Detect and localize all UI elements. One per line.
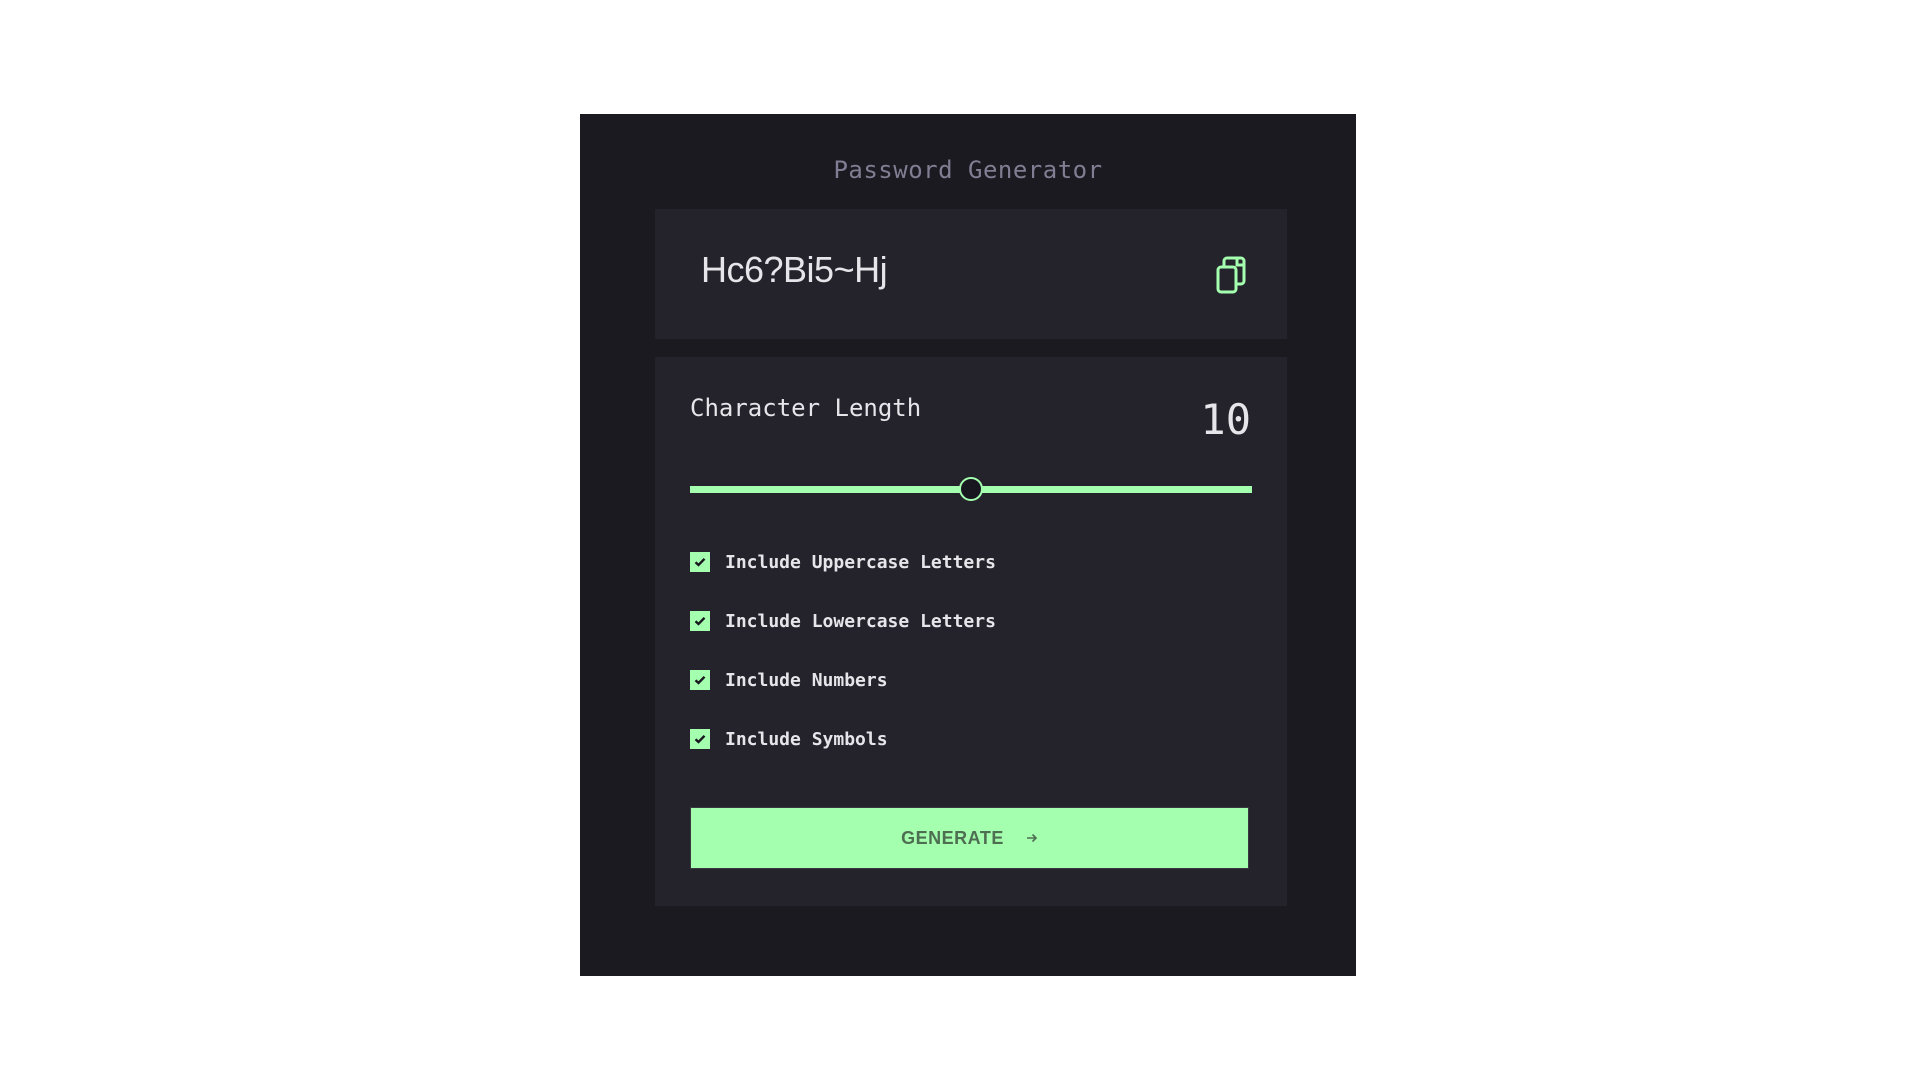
options-list: Include Uppercase Letters Include Lowerc… [690, 551, 996, 787]
option-label-uppercase: Include Uppercase Letters [725, 551, 996, 573]
checkmark-icon [694, 616, 706, 626]
option-label-numbers: Include Numbers [725, 669, 888, 691]
character-length-label: Character Length [690, 394, 922, 422]
checkbox-uppercase[interactable] [690, 552, 710, 572]
password-display-panel: Hc6?Bi5~Hj [655, 209, 1287, 339]
option-lowercase[interactable]: Include Lowercase Letters [690, 610, 996, 632]
password-generator-app: Password Generator Hc6?Bi5~Hj Character … [580, 114, 1356, 976]
slider-thumb[interactable] [959, 477, 983, 501]
copy-icon [1215, 255, 1247, 295]
arrow-right-icon [1026, 832, 1038, 844]
checkmark-icon [694, 734, 706, 744]
checkbox-lowercase[interactable] [690, 611, 710, 631]
option-symbols[interactable]: Include Symbols [690, 728, 996, 750]
generate-button[interactable]: GENERATE [690, 807, 1249, 869]
checkmark-icon [694, 675, 706, 685]
generated-password: Hc6?Bi5~Hj [701, 249, 888, 290]
checkmark-icon [694, 557, 706, 567]
checkbox-numbers[interactable] [690, 670, 710, 690]
character-length-slider[interactable] [690, 477, 1252, 501]
generate-button-label: GENERATE [901, 827, 1004, 848]
checkbox-symbols[interactable] [690, 729, 710, 749]
option-numbers[interactable]: Include Numbers [690, 669, 996, 691]
option-label-lowercase: Include Lowercase Letters [725, 610, 996, 632]
settings-panel: Character Length 10 Include Uppercase Le… [655, 357, 1287, 906]
option-uppercase[interactable]: Include Uppercase Letters [690, 551, 996, 573]
character-length-value: 10 [1200, 395, 1251, 444]
app-title: Password Generator [833, 156, 1103, 184]
copy-button[interactable] [1215, 255, 1247, 295]
option-label-symbols: Include Symbols [725, 728, 888, 750]
